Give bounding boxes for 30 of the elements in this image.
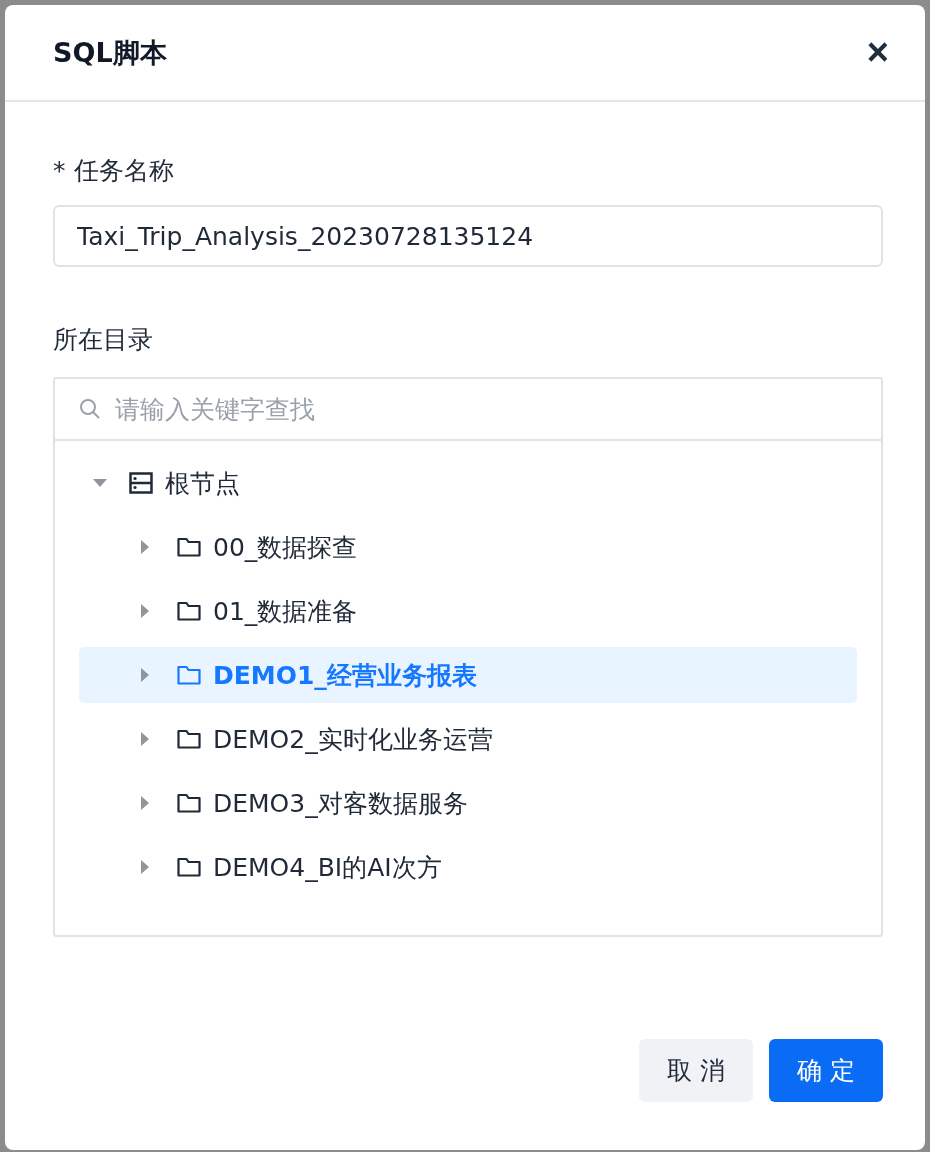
tree-item[interactable]: 01_数据准备 [79, 583, 857, 639]
caret-right-icon [141, 604, 149, 618]
tree-item[interactable]: DEMO4_BI的AI次方 [79, 839, 857, 895]
caret-right-icon [141, 796, 149, 810]
caret-right-icon [141, 540, 149, 554]
search-icon [79, 398, 101, 420]
field-label: 所在目录 [53, 323, 153, 356]
caret-down-icon [93, 479, 107, 487]
required-mark: * [53, 155, 66, 185]
tree-item[interactable]: DEMO1_经营业务报表 [79, 647, 857, 703]
folder-icon [177, 857, 201, 877]
folder-icon [177, 537, 201, 557]
folder-icon [177, 665, 201, 685]
caret-right-icon [141, 732, 149, 746]
tree-item[interactable]: 根节点 [79, 455, 857, 511]
tree-item[interactable]: 00_数据探查 [79, 519, 857, 575]
tree-item[interactable]: DEMO2_实时化业务运营 [79, 711, 857, 767]
confirm-button[interactable]: 确 定 [769, 1039, 883, 1102]
task-name-field[interactable]: Taxi_Trip_Analysis_20230728135124 [53, 205, 883, 267]
caret-right-icon [141, 668, 149, 682]
cancel-button[interactable]: 取 消 [639, 1039, 753, 1102]
dialog-title: SQL脚本 [53, 35, 167, 70]
folder-icon [177, 601, 201, 621]
close-button[interactable]: × [860, 31, 895, 74]
folder-icon [177, 729, 201, 749]
caret-right-icon [141, 860, 149, 874]
server-icon [129, 472, 153, 494]
tree-item[interactable]: DEMO3_对客数据服务 [79, 775, 857, 831]
field-label: 任务名称 [73, 154, 174, 187]
folder-icon [177, 793, 201, 813]
